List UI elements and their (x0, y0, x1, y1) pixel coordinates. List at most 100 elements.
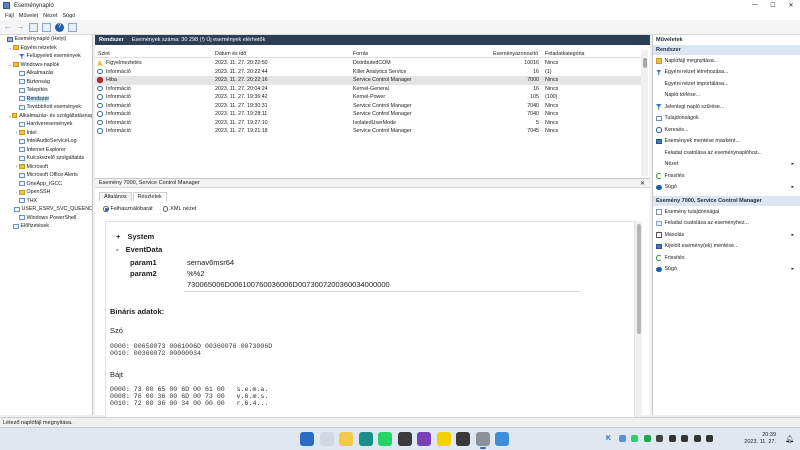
action-item[interactable]: Egyéni nézet importálása... (653, 78, 800, 90)
event-row[interactable]: Információ 2023. 11. 27. 19:36:42 Kernel-P… (95, 93, 641, 102)
action-item[interactable]: Súgó ▸ (653, 264, 800, 276)
minimize-button[interactable]: — (746, 2, 764, 9)
tree-item[interactable]: Felügyeleti események (0, 52, 92, 61)
action-item[interactable]: Feladat csatolása az eseményhez... (653, 218, 800, 230)
actions-section-event[interactable]: Esemény 7000, Service Control Manager (653, 196, 800, 206)
tree-item[interactable]: Továbbított események (0, 103, 92, 112)
event-row[interactable]: Információ 2023. 11. 27. 19:27:10 Isolated… (95, 119, 641, 128)
menu-file[interactable]: Fájl (5, 13, 14, 19)
tree-item[interactable]: Eseménynapló (Helyi) (0, 35, 92, 44)
action-item[interactable]: Egyéni nézet létrehozása... (653, 67, 800, 79)
tree-item[interactable]: › OpenSSH (0, 188, 92, 197)
xml-view-radio[interactable]: XML nézet (162, 206, 196, 212)
properties-icon[interactable] (42, 22, 51, 32)
action-item[interactable]: Keresés... (653, 124, 800, 136)
event-row[interactable]: Hiba 2023. 11. 27. 20:22:16 Service Contro… (95, 76, 641, 85)
wifi-tray-icon[interactable] (681, 435, 688, 442)
show-hide-tree-icon[interactable] (29, 22, 38, 32)
edge-taskbar-icon[interactable] (358, 432, 373, 446)
action-item[interactable]: Naplófájl megnyitása... (653, 55, 800, 67)
tree-item[interactable]: IntelAudioServiceLog (0, 137, 92, 146)
actions-section-log[interactable]: Rendszer (653, 45, 800, 55)
action-item[interactable]: Frissítés (653, 252, 800, 264)
sticky-notes-taskbar-icon[interactable] (436, 432, 451, 446)
tree-item[interactable]: Kulcskezelő szolgáltatás (0, 154, 92, 163)
tree-item[interactable]: Rendszer (0, 95, 92, 104)
column-source[interactable]: Forrás (353, 51, 368, 57)
event-row[interactable]: Információ 2023. 11. 27. 19:30:31 Service … (95, 102, 641, 111)
help-icon[interactable]: ? (55, 22, 64, 32)
tree-item[interactable]: OneApp_IGCC (0, 180, 92, 189)
battery-tray-icon[interactable] (706, 435, 713, 442)
app-dark-taskbar-icon[interactable] (397, 432, 412, 446)
tree-item[interactable]: Biztonság (0, 78, 92, 87)
tree-item[interactable]: › Intel (0, 129, 92, 138)
action-item[interactable]: Jelenlegi napló szűrése... (653, 101, 800, 113)
tree-item[interactable]: Telepítés (0, 86, 92, 95)
close-button[interactable]: ✕ (782, 2, 800, 9)
tab-details[interactable]: Részletek (132, 192, 167, 201)
detail-scrollbar[interactable] (635, 221, 642, 435)
eventdata-toggle[interactable]: - EventData (116, 245, 162, 254)
tree-item[interactable]: Előfizetések (0, 222, 92, 231)
column-date[interactable]: Dátum és idő (215, 51, 246, 57)
green-app-tray-icon[interactable] (643, 435, 651, 442)
speaker-tray-icon[interactable] (693, 435, 701, 442)
column-event-id[interactable]: Eseményazonosító (493, 51, 538, 57)
terminal-taskbar-icon[interactable] (456, 432, 470, 446)
tree-item[interactable]: Hardveresemények (0, 120, 92, 129)
menu-view[interactable]: Nézet (43, 13, 57, 19)
tab-general[interactable]: Általános (99, 192, 132, 201)
close-detail-icon[interactable]: ✕ (640, 180, 645, 187)
event-viewer-taskbar-icon[interactable] (475, 432, 490, 449)
tree-item[interactable]: USER_ESRV_SVC_QUEENCREEK (0, 205, 92, 214)
network-tray-icon[interactable] (668, 435, 676, 442)
tree-item[interactable]: Internet Explorer (0, 146, 92, 155)
column-level[interactable]: Szint (98, 51, 110, 57)
security-tray-icon[interactable] (618, 435, 626, 442)
menu-help[interactable]: Súgó (63, 13, 76, 19)
tree-item[interactable]: THX (0, 197, 92, 206)
action-item[interactable]: Feladat csatolása az eseménynaplóhoz... (653, 147, 800, 159)
action-item[interactable]: Esemény tulajdonságai (653, 206, 800, 218)
action-item[interactable]: Másolás ▸ (653, 229, 800, 241)
chrome-taskbar-icon[interactable] (495, 432, 509, 446)
back-arrow-icon[interactable]: ← (3, 23, 12, 32)
k-app-tray-icon[interactable]: K (606, 435, 613, 442)
notification-bell-icon[interactable]: 🔔︎ (785, 435, 794, 443)
maximize-button[interactable]: ☐ (764, 2, 782, 9)
action-item[interactable]: Frissítés (653, 170, 800, 182)
forward-arrow-icon[interactable]: → (16, 23, 25, 32)
tree-item[interactable]: Microsoft Office Alerts (0, 171, 92, 180)
whatsapp-taskbar-icon[interactable] (378, 432, 392, 446)
event-row[interactable]: Információ 2023. 11. 27. 19:21:18 Service … (95, 127, 641, 136)
event-row[interactable]: Információ 2023. 11. 27. 20:22:44 Killer A… (95, 68, 641, 77)
action-item[interactable]: Események mentése másként... (653, 136, 800, 148)
column-task-category[interactable]: Feladatkategória (545, 51, 584, 57)
search-taskbar-icon[interactable] (319, 432, 334, 446)
event-list-scrollbar[interactable] (641, 50, 648, 176)
event-row[interactable]: Információ 2023. 11. 27. 20:04:24 Kernel-G… (95, 85, 641, 94)
friendly-view-radio[interactable]: Felhasználóbarát (103, 206, 153, 212)
system-toggle[interactable]: + System (116, 232, 154, 241)
start-taskbar-icon[interactable] (300, 432, 314, 446)
menu-action[interactable]: Művelet (19, 13, 38, 19)
tree-item[interactable]: ⌄ Egyéni nézetek (0, 44, 92, 53)
action-item[interactable]: Nézet ▸ (653, 159, 800, 171)
tree-item[interactable]: ⌄ Alkalmazás- és szolgáltatásnaplók (0, 112, 92, 121)
onenote-taskbar-icon[interactable] (417, 432, 431, 446)
event-row[interactable]: Figyelmeztetés 2023. 11. 27. 20:22:50 Dist… (95, 59, 641, 68)
file-explorer-taskbar-icon[interactable] (339, 432, 353, 446)
action-item[interactable]: Napló törlése... (653, 90, 800, 102)
tree-item[interactable]: › Microsoft (0, 163, 92, 172)
action-item[interactable]: Súgó ▸ (653, 182, 800, 194)
action-item[interactable]: Kijelölt esemény(ek) mentése... (653, 241, 800, 253)
dark-app-tray-icon[interactable] (656, 435, 663, 442)
tree-item[interactable]: Alkalmazás (0, 69, 92, 78)
tree-item[interactable]: ⌄ Windows-naplók (0, 61, 92, 70)
whatsapp-tray-tray-icon[interactable] (631, 435, 638, 442)
clock[interactable]: 20:39 2023. 11. 27. (744, 432, 776, 446)
action-item[interactable]: Tulajdonságok (653, 113, 800, 125)
tree-item[interactable]: Windows PowerShell (0, 214, 92, 223)
show-hide-actions-icon[interactable] (68, 22, 77, 32)
